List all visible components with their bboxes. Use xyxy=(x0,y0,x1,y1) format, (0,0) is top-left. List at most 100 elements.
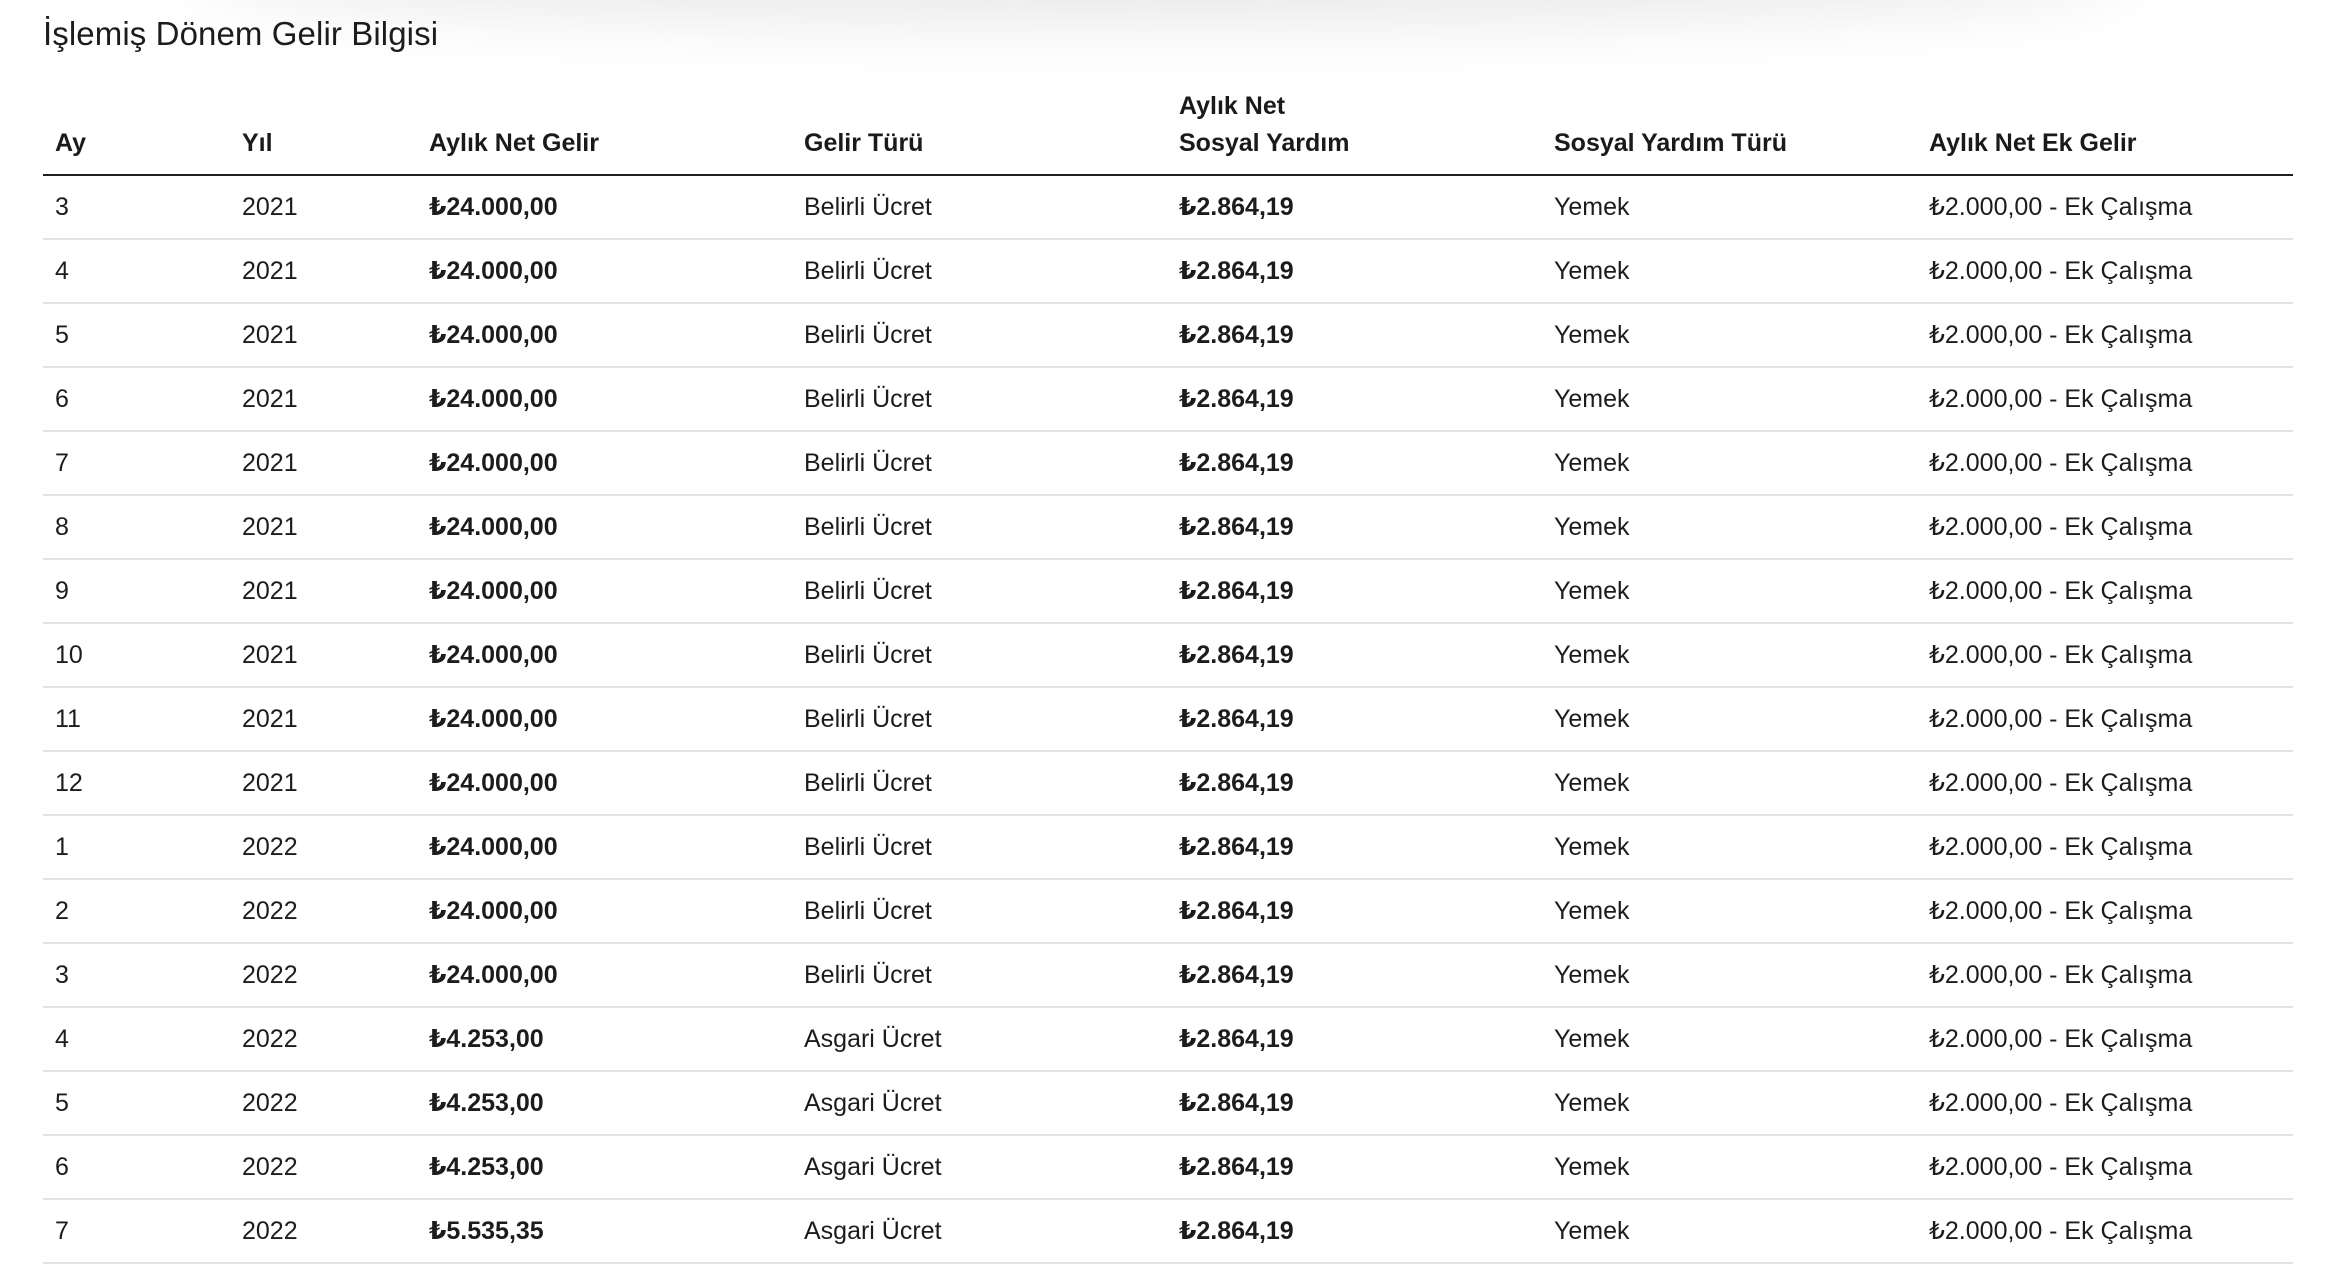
cell-net-gelir: ₺4.253,00 xyxy=(417,1071,792,1136)
cell-sosyal-yardim: ₺2.864,19 xyxy=(1167,495,1542,560)
cell-ek-gelir: ₺2.000,00 - Ek Çalışma xyxy=(1917,1135,2293,1200)
cell-gelir-turu: Belirli Ücret xyxy=(792,943,1167,1008)
cell-gelir-turu: Belirli Ücret xyxy=(792,239,1167,304)
cell-ek-gelir: ₺2.000,00 - Ek Çalışma xyxy=(1917,815,2293,880)
cell-sosyal-yardim-turu: Yemek xyxy=(1542,623,1917,688)
cell-sosyal-yardim-turu: Yemek xyxy=(1542,1007,1917,1072)
cell-sosyal-yardim-turu: Yemek xyxy=(1542,815,1917,880)
cell-sosyal-yardim: ₺2.864,19 xyxy=(1167,303,1542,368)
cell-sosyal-yardim-turu: Yemek xyxy=(1542,559,1917,624)
cell-sosyal-yardim-turu: Yemek xyxy=(1542,1135,1917,1200)
cell-net-gelir: ₺4.253,00 xyxy=(417,1007,792,1072)
table-row: 5 2022 ₺4.253,00 Asgari Ücret ₺2.864,19 Yemek… xyxy=(43,1071,2293,1136)
cell-sosyal-yardim-turu: Yemek xyxy=(1542,1199,1917,1264)
header-sosyal-yardim: Aylık Net Sosyal Yardım xyxy=(1167,88,1542,176)
cell-sosyal-yardim: ₺2.864,19 xyxy=(1167,431,1542,496)
cell-yil: 2021 xyxy=(230,751,417,816)
cell-net-gelir: ₺24.000,00 xyxy=(417,879,792,944)
cell-ek-gelir: ₺2.000,00 - Ek Çalışma xyxy=(1917,687,2293,752)
cell-gelir-turu: Belirli Ücret xyxy=(792,303,1167,368)
header-row: Ay Yıl Aylık Net Gelir Gelir Türü Aylık … xyxy=(43,88,2293,176)
header-yil: Yıl xyxy=(230,88,417,176)
cell-ay: 6 xyxy=(43,1135,230,1200)
cell-yil: 2021 xyxy=(230,559,417,624)
cell-sosyal-yardim-turu: Yemek xyxy=(1542,1071,1917,1136)
cell-yil: 2022 xyxy=(230,1199,417,1264)
cell-ek-gelir: ₺2.000,00 - Ek Çalışma xyxy=(1917,751,2293,816)
cell-sosyal-yardim: ₺2.864,19 xyxy=(1167,1199,1542,1264)
cell-gelir-turu: Asgari Ücret xyxy=(792,1071,1167,1136)
table-row: 8 2021 ₺24.000,00 Belirli Ücret ₺2.864,19 Yem… xyxy=(43,495,2293,560)
cell-gelir-turu: Belirli Ücret xyxy=(792,687,1167,752)
cell-ay: 7 xyxy=(43,431,230,496)
cell-ek-gelir: ₺2.000,00 - Ek Çalışma xyxy=(1917,1199,2293,1264)
cell-gelir-turu: Belirli Ücret xyxy=(792,175,1167,240)
table-row: 3 2021 ₺24.000,00 Belirli Ücret ₺2.864,19 Yem… xyxy=(43,175,2293,240)
cell-ay: 6 xyxy=(43,367,230,432)
cell-ek-gelir: ₺2.000,00 - Ek Çalışma xyxy=(1917,303,2293,368)
cell-sosyal-yardim-turu: Yemek xyxy=(1542,367,1917,432)
cell-net-gelir: ₺24.000,00 xyxy=(417,751,792,816)
cell-yil: 2021 xyxy=(230,175,417,240)
cell-yil: 2022 xyxy=(230,1071,417,1136)
table-header: Ay Yıl Aylık Net Gelir Gelir Türü Aylık … xyxy=(43,88,2293,176)
table-row: 4 2022 ₺4.253,00 Asgari Ücret ₺2.864,19 Yemek… xyxy=(43,1007,2293,1072)
income-history-panel: İşlemiş Dönem Gelir Bilgisi Ay Yıl Aylık… xyxy=(43,0,2293,1264)
cell-net-gelir: ₺24.000,00 xyxy=(417,239,792,304)
cell-sosyal-yardim: ₺2.864,19 xyxy=(1167,815,1542,880)
cell-net-gelir: ₺4.253,00 xyxy=(417,1135,792,1200)
cell-ay: 9 xyxy=(43,559,230,624)
table-row: 4 2021 ₺24.000,00 Belirli Ücret ₺2.864,19 Yem… xyxy=(43,239,2293,304)
cell-net-gelir: ₺24.000,00 xyxy=(417,431,792,496)
cell-sosyal-yardim: ₺2.864,19 xyxy=(1167,239,1542,304)
cell-sosyal-yardim: ₺2.864,19 xyxy=(1167,1071,1542,1136)
cell-sosyal-yardim: ₺2.864,19 xyxy=(1167,367,1542,432)
cell-gelir-turu: Belirli Ücret xyxy=(792,879,1167,944)
cell-net-gelir: ₺5.535,35 xyxy=(417,1199,792,1264)
cell-sosyal-yardim: ₺2.864,19 xyxy=(1167,559,1542,624)
cell-net-gelir: ₺24.000,00 xyxy=(417,943,792,1008)
cell-ay: 4 xyxy=(43,239,230,304)
cell-sosyal-yardim: ₺2.864,19 xyxy=(1167,943,1542,1008)
cell-ay: 7 xyxy=(43,1199,230,1264)
table-row: 11 2021 ₺24.000,00 Belirli Ücret ₺2.864,19 Ye… xyxy=(43,687,2293,752)
cell-sosyal-yardim: ₺2.864,19 xyxy=(1167,687,1542,752)
table-body: 3 2021 ₺24.000,00 Belirli Ücret ₺2.864,19 Yem… xyxy=(43,175,2293,1264)
cell-ay: 2 xyxy=(43,879,230,944)
cell-yil: 2022 xyxy=(230,879,417,944)
cell-sosyal-yardim-turu: Yemek xyxy=(1542,687,1917,752)
cell-gelir-turu: Belirli Ücret xyxy=(792,431,1167,496)
cell-sosyal-yardim-turu: Yemek xyxy=(1542,431,1917,496)
cell-ay: 4 xyxy=(43,1007,230,1072)
cell-sosyal-yardim: ₺2.864,19 xyxy=(1167,623,1542,688)
cell-ay: 8 xyxy=(43,495,230,560)
cell-sosyal-yardim-turu: Yemek xyxy=(1542,943,1917,1008)
table-row: 1 2022 ₺24.000,00 Belirli Ücret ₺2.864,19 Yem… xyxy=(43,815,2293,880)
table-row: 12 2021 ₺24.000,00 Belirli Ücret ₺2.864,19 Ye… xyxy=(43,751,2293,816)
cell-yil: 2021 xyxy=(230,431,417,496)
cell-sosyal-yardim: ₺2.864,19 xyxy=(1167,1135,1542,1200)
cell-sosyal-yardim-turu: Yemek xyxy=(1542,175,1917,240)
cell-net-gelir: ₺24.000,00 xyxy=(417,623,792,688)
cell-ek-gelir: ₺2.000,00 - Ek Çalışma xyxy=(1917,431,2293,496)
cell-yil: 2021 xyxy=(230,367,417,432)
cell-yil: 2021 xyxy=(230,495,417,560)
cell-net-gelir: ₺24.000,00 xyxy=(417,815,792,880)
cell-ek-gelir: ₺2.000,00 - Ek Çalışma xyxy=(1917,367,2293,432)
cell-yil: 2022 xyxy=(230,1007,417,1072)
cell-ay: 5 xyxy=(43,303,230,368)
cell-ek-gelir: ₺2.000,00 - Ek Çalışma xyxy=(1917,1071,2293,1136)
cell-net-gelir: ₺24.000,00 xyxy=(417,559,792,624)
table-row: 9 2021 ₺24.000,00 Belirli Ücret ₺2.864,19 Yem… xyxy=(43,559,2293,624)
header-net-gelir: Aylık Net Gelir xyxy=(417,88,792,176)
header-gelir-turu: Gelir Türü xyxy=(792,88,1167,176)
cell-ay: 10 xyxy=(43,623,230,688)
cell-ek-gelir: ₺2.000,00 - Ek Çalışma xyxy=(1917,943,2293,1008)
cell-sosyal-yardim: ₺2.864,19 xyxy=(1167,175,1542,240)
cell-ek-gelir: ₺2.000,00 - Ek Çalışma xyxy=(1917,559,2293,624)
cell-gelir-turu: Asgari Ücret xyxy=(792,1199,1167,1264)
cell-yil: 2022 xyxy=(230,815,417,880)
table-row: 10 2021 ₺24.000,00 Belirli Ücret ₺2.864,19 Ye… xyxy=(43,623,2293,688)
table-row: 7 2021 ₺24.000,00 Belirli Ücret ₺2.864,19 Yem… xyxy=(43,431,2293,496)
header-sosyal-yardim-line1: Aylık Net xyxy=(1179,92,1286,120)
